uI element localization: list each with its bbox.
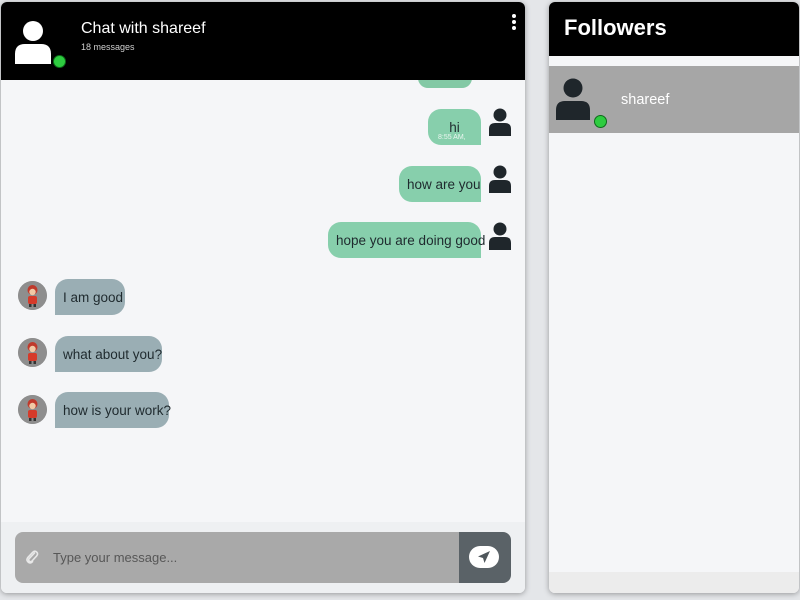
followers-footer xyxy=(549,572,799,593)
message-bubble-partial xyxy=(418,80,472,88)
send-arrow-icon xyxy=(478,551,490,563)
message-bubble-incoming: I am good xyxy=(55,279,125,315)
online-status-dot xyxy=(594,115,607,128)
contact-avatar xyxy=(18,338,47,367)
online-status-dot xyxy=(53,55,66,68)
user-icon xyxy=(15,21,51,64)
message-timestamp: 8:55 AM, xyxy=(438,134,466,141)
message-bubble-outgoing: how are you xyxy=(399,166,481,202)
message-count: 18 messages xyxy=(81,42,135,52)
message-text: how is your work? xyxy=(63,402,172,418)
message-text: what about you? xyxy=(63,346,163,362)
contact-avatar xyxy=(18,395,47,424)
chat-title: Chat with shareef xyxy=(81,20,206,37)
follower-item[interactable]: shareef xyxy=(549,66,799,133)
message-list[interactable]: hi 8:55 AM, how are you hope you are doi… xyxy=(1,80,525,522)
kebab-menu-icon[interactable] xyxy=(509,14,519,34)
message-bubble-incoming: how is your work? xyxy=(55,392,172,428)
paperclip-icon[interactable] xyxy=(25,549,39,565)
followers-title: Followers xyxy=(564,15,667,40)
send-button[interactable] xyxy=(459,532,511,583)
followers-header: Followers xyxy=(549,2,799,56)
message-text: hope you are doing good xyxy=(336,232,486,248)
message-input[interactable] xyxy=(51,532,459,583)
composer-bar xyxy=(15,532,511,583)
followers-panel: Followers shareef xyxy=(549,2,799,593)
message-bubble-incoming: what about you? xyxy=(55,336,162,372)
message-text: hi xyxy=(449,119,460,135)
chat-panel: Chat with shareef 18 messages hi 8:55 AM… xyxy=(1,2,525,593)
user-icon xyxy=(556,78,590,120)
user-icon xyxy=(489,222,511,250)
user-icon xyxy=(489,108,511,136)
user-icon xyxy=(489,165,511,193)
send-pill xyxy=(469,546,499,568)
message-text: how are you xyxy=(407,176,481,192)
message-composer xyxy=(1,522,525,593)
contact-avatar xyxy=(18,281,47,310)
follower-name: shareef xyxy=(621,92,670,108)
chat-header: Chat with shareef 18 messages xyxy=(1,2,525,80)
message-bubble-outgoing: hope you are doing good xyxy=(328,222,485,258)
message-text: I am good xyxy=(63,289,124,305)
